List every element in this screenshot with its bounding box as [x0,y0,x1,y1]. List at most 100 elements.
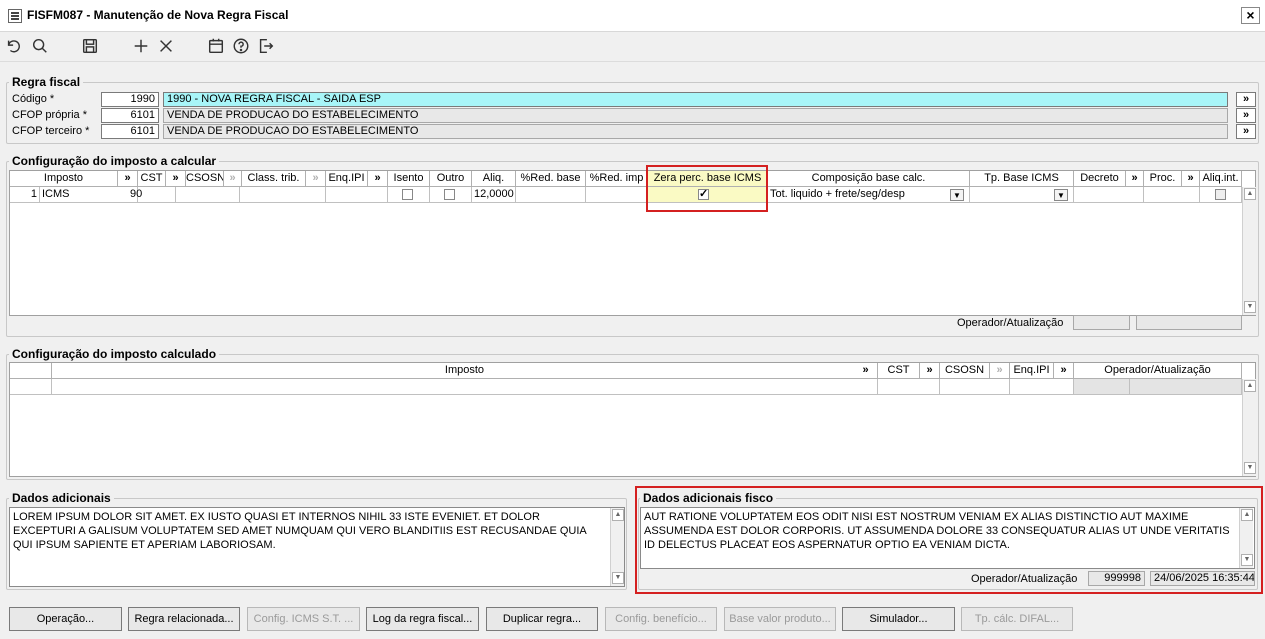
scroll-up-icon[interactable]: ▲ [1244,380,1256,392]
row-red-imp[interactable] [586,187,648,203]
config-calcular-scrollbar[interactable]: ▲ ▼ [1242,187,1256,315]
cfop-terceiro-description: VENDA DE PRODUCAO DO ESTABELECIMENTO [163,124,1228,139]
add-icon[interactable] [131,36,151,56]
cfop-terceiro-more-button[interactable]: » [1236,124,1256,139]
operacao-button[interactable]: Operação... [9,607,122,631]
app-icon [8,9,22,23]
cfop-propria-more-button[interactable]: » [1236,108,1256,123]
dados-adicionais-legend: Dados adicionais [9,491,114,505]
zera-highlight [646,165,768,212]
calculado-row-blank [10,379,52,395]
help-icon[interactable] [231,36,251,56]
calculado-row-csosn[interactable] [940,379,1010,395]
header-decreto: Decreto [1074,171,1126,187]
isento-checkbox[interactable] [402,189,413,200]
row-red-base[interactable] [516,187,586,203]
window-close-button[interactable]: × [1241,7,1260,24]
row-tp-base[interactable]: ▼ [970,187,1074,203]
search-icon[interactable] [30,36,50,56]
row-composicao[interactable]: Tot. liquido + frete/seg/desp ▼ [768,187,970,203]
config-icms-st-button[interactable]: Config. ICMS S.T. ... [247,607,360,631]
log-regra-button[interactable]: Log da regra fiscal... [366,607,479,631]
header-csosn-more: » [224,171,242,187]
calculado-header-operador: Operador/Atualização [1074,363,1242,379]
calcular-operador-label: Operador/Atualização [957,317,1064,329]
header-decreto-more[interactable]: » [1126,171,1144,187]
header-cst-more[interactable]: » [166,171,186,187]
row-proc[interactable] [1144,187,1200,203]
header-red-base: %Red. base [516,171,586,187]
undo-icon[interactable] [4,36,24,56]
row-class-trib[interactable] [240,187,326,203]
row-enq-ipi[interactable] [326,187,388,203]
regra-relacionada-button[interactable]: Regra relacionada... [128,607,240,631]
calculado-row-enq-ipi[interactable] [1010,379,1074,395]
calendar-icon[interactable] [206,36,226,56]
row-outro-cell [430,187,472,203]
header-enq-ipi-more[interactable]: » [368,171,388,187]
codigo-more-button[interactable]: » [1236,92,1256,107]
calculado-header-imposto: Imposto [52,363,878,379]
exit-icon[interactable] [256,36,276,56]
calcular-operador-field [1073,315,1130,330]
scroll-down-icon[interactable]: ▼ [612,572,624,584]
calculado-row-cst[interactable] [878,379,940,395]
header-tp-base: Tp. Base ICMS [970,171,1074,187]
cfop-terceiro-field[interactable]: 6101 [101,124,159,139]
config-beneficio-button[interactable]: Config. benefício... [605,607,717,631]
simulador-button[interactable]: Simulador... [842,607,955,631]
calculado-header-csosn: CSOSN [940,363,990,379]
calcular-atualizacao-field [1136,315,1242,330]
row-decreto[interactable] [1074,187,1144,203]
composicao-dropdown-icon[interactable]: ▼ [950,189,964,201]
row-imposto[interactable]: ICMS [40,187,138,203]
row-number: 1 [10,187,40,203]
cfop-propria-field[interactable]: 6101 [101,108,159,123]
dados-adicionais-text: LOREM IPSUM DOLOR SIT AMET. EX IUSTO QUA… [13,511,587,551]
config-calculado-scrollbar[interactable]: ▲ ▼ [1242,379,1256,476]
calculado-header-enq-ipi-more[interactable]: » [1054,363,1074,379]
header-csosn: CSOSN [186,171,224,187]
row-aliq[interactable]: 12,0000 [472,187,516,203]
base-valor-produto-button[interactable]: Base valor produto... [724,607,836,631]
calculado-row-atualizacao [1130,379,1242,395]
header-outro: Outro [430,171,472,187]
calculado-header-imposto-more[interactable]: » [854,363,878,379]
header-red-imp: %Red. imp [586,171,648,187]
dados-adicionais-textarea[interactable]: LOREM IPSUM DOLOR SIT AMET. EX IUSTO QUA… [9,507,625,587]
save-icon[interactable] [80,36,100,56]
scroll-up-icon[interactable]: ▲ [612,509,624,521]
calculado-header-cst-more[interactable]: » [920,363,940,379]
calculado-row-imposto[interactable] [52,379,878,395]
scroll-down-icon[interactable]: ▼ [1244,301,1256,313]
cfop-propria-label: CFOP própria * [12,109,87,121]
aliq-int-checkbox[interactable] [1215,189,1226,200]
scroll-down-icon[interactable]: ▼ [1244,462,1256,474]
regra-fiscal-legend: Regra fiscal [9,75,84,89]
config-calcular-grid: Imposto » CST » CSOSN » Class. trib. » E… [9,170,1256,316]
header-class-trib-more: » [306,171,326,187]
header-aliq-int: Aliq.int. [1200,171,1242,187]
toolbar [0,32,1265,62]
duplicar-regra-button[interactable]: Duplicar regra... [486,607,598,631]
tp-calc-difal-button[interactable]: Tp. cálc. DIFAL... [961,607,1073,631]
calculado-header-blank [10,363,52,379]
header-imposto-more[interactable]: » [118,171,138,187]
composicao-value: Tot. liquido + frete/seg/desp [770,188,905,200]
dados-adicionais-scrollbar[interactable]: ▲ ▼ [610,508,624,586]
calculado-header-enq-ipi: Enq.IPI [1010,363,1054,379]
calculado-header-cst: CST [878,363,920,379]
close-icon[interactable] [156,36,176,56]
tp-base-dropdown-icon[interactable]: ▼ [1054,189,1068,201]
header-enq-ipi: Enq.IPI [326,171,368,187]
header-proc-more[interactable]: » [1182,171,1200,187]
row-cst[interactable]: 90 [128,187,176,203]
outro-checkbox[interactable] [444,189,455,200]
scroll-up-icon[interactable]: ▲ [1244,188,1256,200]
codigo-field[interactable]: 1990 [101,92,159,107]
header-proc: Proc. [1144,171,1182,187]
header-class-trib: Class. trib. [242,171,306,187]
header-imposto: Imposto [10,171,118,187]
calculado-row-operador [1074,379,1130,395]
row-csosn[interactable] [176,187,240,203]
